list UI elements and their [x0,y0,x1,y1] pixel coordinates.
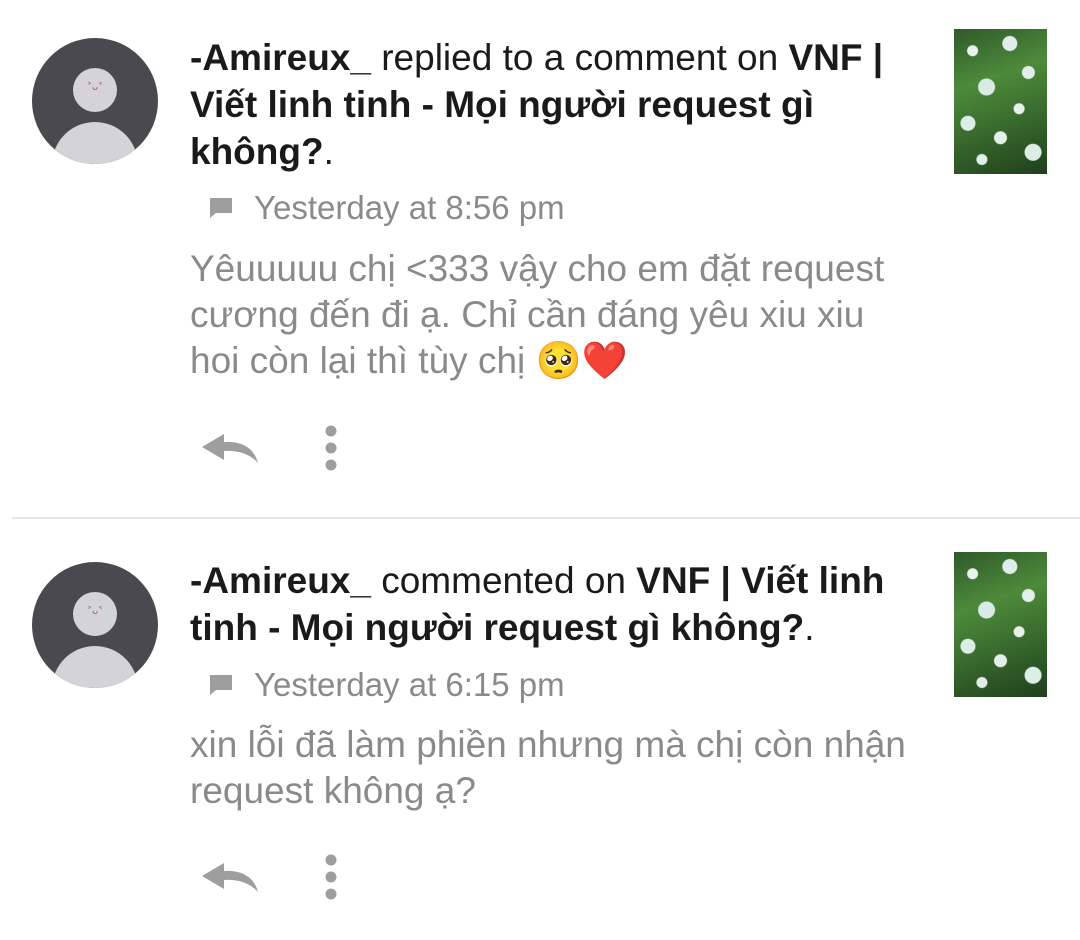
notification-headline[interactable]: -Amireux_ replied to a comment on VNF | … [190,34,930,175]
actor-name[interactable]: -Amireux_ [190,560,371,601]
comment-text: xin lỗi đã làm phiền nhưng mà chị còn nh… [190,724,906,811]
avatar-face: ˃ᴗ˂ [86,82,104,93]
action-text: replied to a comment on [370,37,789,78]
divider [12,517,1080,519]
timestamp: Yesterday at 8:56 pm [254,189,565,226]
action-text: commented on [370,560,637,601]
avatar-face: ˃ᴗ˂ [86,606,104,617]
reply-icon[interactable] [200,859,260,895]
notification-actions [200,852,338,902]
notification-actions [200,423,338,473]
avatar-head: ˃ᴗ˂ [73,68,117,112]
avatar-body [52,122,138,164]
avatar-head: ˃ᴗ˂ [73,592,117,636]
notification-meta: Yesterday at 8:56 pm [208,188,565,228]
story-cover-thumbnail[interactable] [954,29,1047,174]
actor-name[interactable]: -Amireux_ [190,37,371,78]
comment-icon [208,672,234,698]
headline-suffix: . [323,131,334,172]
notification-headline[interactable]: -Amireux_ commented on VNF | Viết linh t… [190,557,930,651]
comment-icon [208,195,234,221]
headline-suffix: . [804,607,815,648]
more-vertical-icon[interactable] [324,425,338,471]
notification-item[interactable]: ˃ᴗ˂ -Amireux_ commented on VNF | Viết li… [0,520,1080,940]
story-cover-thumbnail[interactable] [954,552,1047,697]
reply-icon[interactable] [200,430,260,466]
notification-meta: Yesterday at 6:15 pm [208,665,565,705]
avatar[interactable]: ˃ᴗ˂ [32,562,158,688]
comment-text: Yêuuuuu chị <333 vậy cho em đặt request … [190,248,885,381]
notification-item[interactable]: ˃ᴗ˂ -Amireux_ replied to a comment on VN… [0,0,1080,518]
avatar-body [52,646,138,688]
timestamp: Yesterday at 6:15 pm [254,666,565,703]
more-vertical-icon[interactable] [324,854,338,900]
avatar[interactable]: ˃ᴗ˂ [32,38,158,164]
